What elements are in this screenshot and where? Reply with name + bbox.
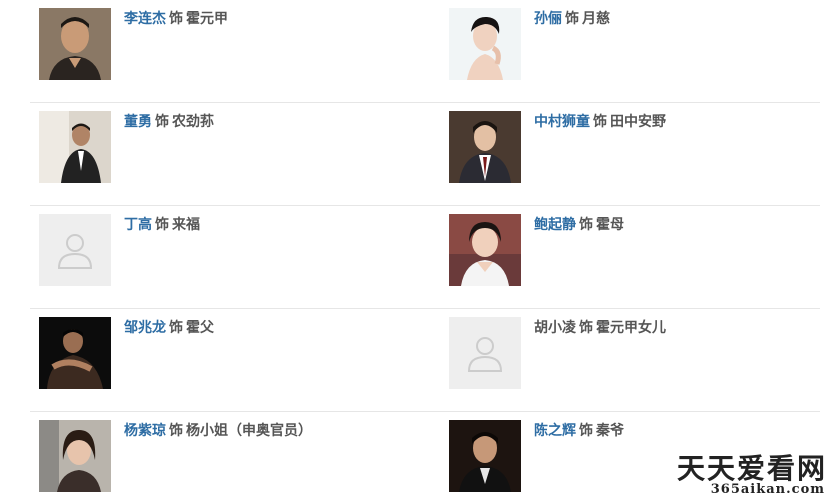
as-label: 饰 <box>155 114 169 130</box>
as-label: 饰 <box>169 11 183 27</box>
cast-caption: 丁高饰来福 <box>124 216 200 234</box>
as-label: 饰 <box>565 11 579 27</box>
actor-photo[interactable] <box>449 111 521 183</box>
actor-name-link[interactable]: 孙俪 <box>534 11 562 27</box>
actor-name-link[interactable]: 丁高 <box>124 217 152 233</box>
as-label: 饰 <box>155 217 169 233</box>
role-name: 霍父 <box>186 320 214 336</box>
cast-caption: 陈之辉饰秦爷 <box>534 422 624 440</box>
role-name: 杨小姐（申奥官员） <box>186 423 312 439</box>
role-name: 霍元甲女儿 <box>596 320 666 336</box>
cast-caption: 李连杰饰霍元甲 <box>124 10 228 28</box>
as-label: 饰 <box>169 320 183 336</box>
as-label: 饰 <box>579 320 593 336</box>
user-placeholder-icon <box>39 214 111 286</box>
cast-caption: 鲍起静饰霍母 <box>534 216 624 234</box>
cast-item: 胡小凌饰霍元甲女儿 <box>449 317 833 389</box>
as-label: 饰 <box>579 217 593 233</box>
cast-caption: 杨紫琼饰杨小姐（申奥官员） <box>124 422 312 440</box>
actor-name-link[interactable]: 邹兆龙 <box>124 320 166 336</box>
role-name: 来福 <box>172 217 200 233</box>
cast-item: 中村狮童饰田中安野 <box>449 111 833 183</box>
role-name: 霍元甲 <box>186 11 228 27</box>
actor-photo[interactable] <box>39 111 111 183</box>
cast-row: 董勇饰农劲荪 中村狮童饰田中安野 <box>30 103 820 206</box>
cast-item: 鲍起静饰霍母 <box>449 214 833 286</box>
actor-name: 胡小凌 <box>534 320 576 336</box>
role-name: 田中安野 <box>610 114 666 130</box>
cast-row: 丁高饰来福 鲍起静饰霍母 <box>30 206 820 309</box>
actor-photo[interactable] <box>449 214 521 286</box>
actor-photo-placeholder[interactable] <box>39 214 111 286</box>
actor-photo[interactable] <box>449 8 521 80</box>
actor-name-link[interactable]: 鲍起静 <box>534 217 576 233</box>
cast-list: 李连杰饰霍元甲 孙俪饰月慈 董勇 饰 农劲荪 中村狮童 饰 田中安野 丁高 饰 … <box>0 0 833 499</box>
actor-name-link[interactable]: 董勇 <box>124 114 152 130</box>
role-name: 霍母 <box>596 217 624 233</box>
cast-item: 孙俪饰月慈 <box>449 8 833 80</box>
as-label: 饰 <box>593 114 607 130</box>
cast-row: 邹兆龙饰霍父 胡小凌饰霍元甲女儿 <box>30 309 820 412</box>
cast-caption: 邹兆龙饰霍父 <box>124 319 214 337</box>
cast-item: 邹兆龙饰霍父 <box>39 317 429 389</box>
actor-name-link[interactable]: 李连杰 <box>124 11 166 27</box>
role-name: 农劲荪 <box>172 114 214 130</box>
actor-photo[interactable] <box>39 8 111 80</box>
cast-caption: 孙俪饰月慈 <box>534 10 610 28</box>
as-label: 饰 <box>169 423 183 439</box>
cast-item: 杨紫琼饰杨小姐（申奥官员） <box>39 420 429 492</box>
watermark-title: 天天爱看网 <box>676 452 827 485</box>
role-name: 秦爷 <box>596 423 624 439</box>
actor-photo[interactable] <box>39 420 111 492</box>
actor-name-link[interactable]: 杨紫琼 <box>124 423 166 439</box>
actor-photo[interactable] <box>449 420 521 492</box>
cast-item: 董勇饰农劲荪 <box>39 111 429 183</box>
cast-caption: 胡小凌饰霍元甲女儿 <box>534 319 666 337</box>
as-label: 饰 <box>579 423 593 439</box>
site-watermark: 天天爱看网 365aikan.com <box>677 447 827 497</box>
watermark-url: 365aikan.com <box>710 482 825 497</box>
actor-name-link[interactable]: 中村狮童 <box>534 114 590 130</box>
actor-photo[interactable] <box>39 317 111 389</box>
cast-caption: 中村狮童饰田中安野 <box>534 113 666 131</box>
user-placeholder-icon <box>449 317 521 389</box>
role-name: 月慈 <box>582 11 610 27</box>
actor-photo-placeholder <box>449 317 521 389</box>
cast-item: 丁高饰来福 <box>39 214 429 286</box>
cast-row: 李连杰饰霍元甲 孙俪饰月慈 <box>30 0 820 103</box>
actor-name-link[interactable]: 陈之辉 <box>534 423 576 439</box>
cast-item: 李连杰饰霍元甲 <box>39 8 429 80</box>
cast-caption: 董勇饰农劲荪 <box>124 113 214 131</box>
